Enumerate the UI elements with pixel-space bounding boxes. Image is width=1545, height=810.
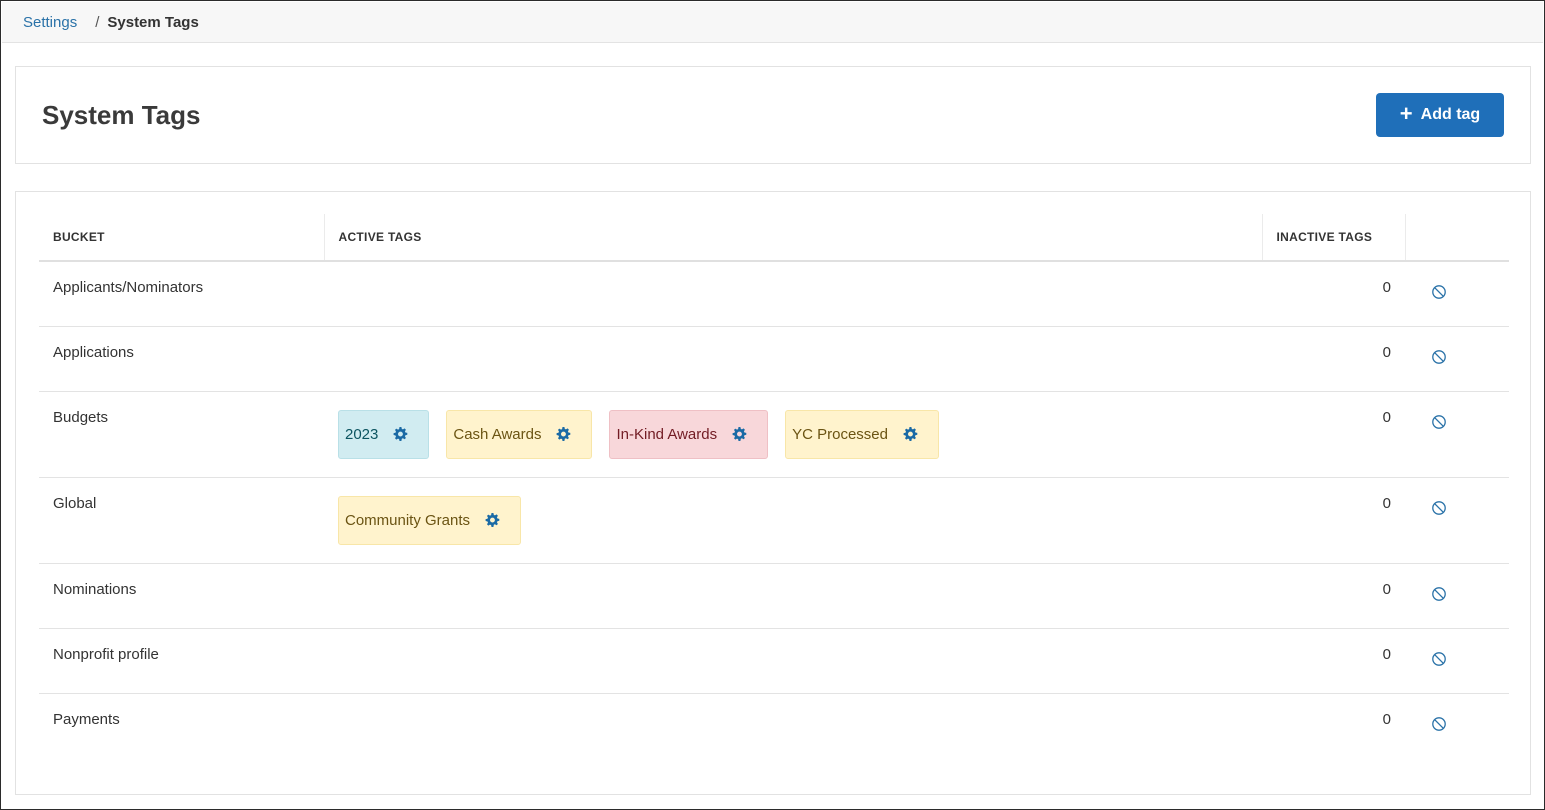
bucket-name: Nonprofit profile bbox=[39, 628, 324, 694]
row-actions bbox=[1405, 693, 1509, 758]
tag-chip: In-Kind Awards bbox=[609, 409, 769, 459]
row-actions bbox=[1405, 391, 1509, 478]
tag-chip: 2023 bbox=[338, 409, 430, 459]
table-row: Applicants/Nominators 0 bbox=[39, 261, 1509, 327]
row-actions bbox=[1405, 261, 1509, 327]
table-row: Nonprofit profile 0 bbox=[39, 628, 1509, 694]
tag-chip: Community Grants bbox=[338, 495, 522, 545]
ban-icon[interactable] bbox=[1431, 349, 1447, 365]
active-tags-cell bbox=[324, 628, 1262, 694]
breadcrumb-settings-link[interactable]: Settings bbox=[23, 14, 77, 31]
tag-label: YC Processed bbox=[792, 425, 888, 443]
bucket-name: Applications bbox=[39, 326, 324, 392]
active-tags-cell bbox=[324, 693, 1262, 758]
gear-icon[interactable] bbox=[902, 426, 918, 442]
tag-label: In-Kind Awards bbox=[616, 425, 718, 443]
ban-icon[interactable] bbox=[1431, 500, 1447, 516]
row-actions bbox=[1405, 563, 1509, 629]
inactive-tag-count: 0 bbox=[1262, 261, 1405, 327]
ban-icon[interactable] bbox=[1431, 414, 1447, 430]
inactive-tag-count: 0 bbox=[1262, 477, 1405, 564]
page-frame: Settings / System Tags System Tags + Add… bbox=[0, 0, 1545, 810]
page-title: System Tags bbox=[42, 100, 201, 130]
table-row: Payments 0 bbox=[39, 693, 1509, 758]
tags-table-panel: BUCKET ACTIVE TAGS INACTIVE TAGS Applica… bbox=[15, 191, 1531, 795]
bucket-name: Applicants/Nominators bbox=[39, 261, 324, 327]
active-tags-cell bbox=[324, 563, 1262, 629]
ban-icon[interactable] bbox=[1431, 284, 1447, 300]
tag-label: Community Grants bbox=[345, 511, 471, 529]
table-row: Applications 0 bbox=[39, 326, 1509, 392]
column-header-actions bbox=[1404, 214, 1509, 262]
column-header-bucket: BUCKET bbox=[39, 214, 324, 262]
tag-list: Community Grants bbox=[338, 495, 1248, 545]
table-body: Applicants/Nominators 0 Applications 0 Budge… bbox=[39, 261, 1509, 758]
header-panel: System Tags + Add tag bbox=[15, 66, 1531, 164]
row-actions bbox=[1405, 628, 1509, 694]
tag-list: 2023 Cash Awards In-Kind Awards YC Processe… bbox=[338, 409, 1248, 459]
bucket-name: Nominations bbox=[39, 563, 324, 629]
row-actions bbox=[1405, 477, 1509, 564]
bucket-name: Global bbox=[39, 477, 324, 564]
add-tag-button-label: Add tag bbox=[1420, 106, 1481, 123]
breadcrumb-separator: / bbox=[95, 13, 100, 31]
table-row: Global Community Grants 0 bbox=[39, 477, 1509, 564]
add-tag-button[interactable]: + Add tag bbox=[1376, 93, 1504, 137]
bucket-name: Payments bbox=[53, 710, 120, 728]
ban-icon[interactable] bbox=[1431, 586, 1447, 602]
tag-label: 2023 bbox=[345, 425, 379, 443]
plus-icon: + bbox=[1399, 101, 1413, 126]
inactive-tag-count: 0 bbox=[1262, 326, 1405, 392]
inactive-tag-count: 0 bbox=[1262, 563, 1405, 629]
tags-table: BUCKET ACTIVE TAGS INACTIVE TAGS Applica… bbox=[39, 214, 1509, 758]
ban-icon[interactable] bbox=[1431, 716, 1447, 732]
tag-chip: YC Processed bbox=[785, 409, 939, 459]
gear-icon[interactable] bbox=[555, 426, 571, 442]
tag-chip: Cash Awards bbox=[446, 409, 593, 459]
table-header-row: BUCKET ACTIVE TAGS INACTIVE TAGS bbox=[39, 214, 1509, 262]
active-tags-cell bbox=[324, 261, 1262, 327]
tag-label: Cash Awards bbox=[453, 425, 542, 443]
row-actions bbox=[1405, 326, 1509, 392]
column-header-inactive-tags: INACTIVE TAGS bbox=[1261, 214, 1405, 262]
gear-icon[interactable] bbox=[392, 426, 408, 442]
inactive-tag-count: 0 bbox=[1382, 710, 1391, 728]
gear-icon[interactable] bbox=[731, 426, 747, 442]
column-header-active-tags: ACTIVE TAGS bbox=[323, 214, 1262, 262]
inactive-tag-count: 0 bbox=[1262, 391, 1405, 478]
table-row: Budgets 2023 Cash Awards In-Kind Awards YC P… bbox=[39, 391, 1509, 478]
active-tags-cell bbox=[324, 326, 1262, 392]
ban-icon[interactable] bbox=[1431, 651, 1447, 667]
breadcrumb-current: System Tags bbox=[107, 13, 199, 31]
gear-icon[interactable] bbox=[484, 512, 500, 528]
breadcrumb: Settings / System Tags bbox=[2, 2, 1543, 43]
inactive-tag-count: 0 bbox=[1262, 628, 1405, 694]
active-tags-cell: 2023 Cash Awards In-Kind Awards YC Processe… bbox=[324, 391, 1262, 478]
table-row: Nominations 0 bbox=[39, 563, 1509, 629]
active-tags-cell: Community Grants bbox=[324, 477, 1262, 564]
bucket-name: Budgets bbox=[39, 391, 324, 478]
